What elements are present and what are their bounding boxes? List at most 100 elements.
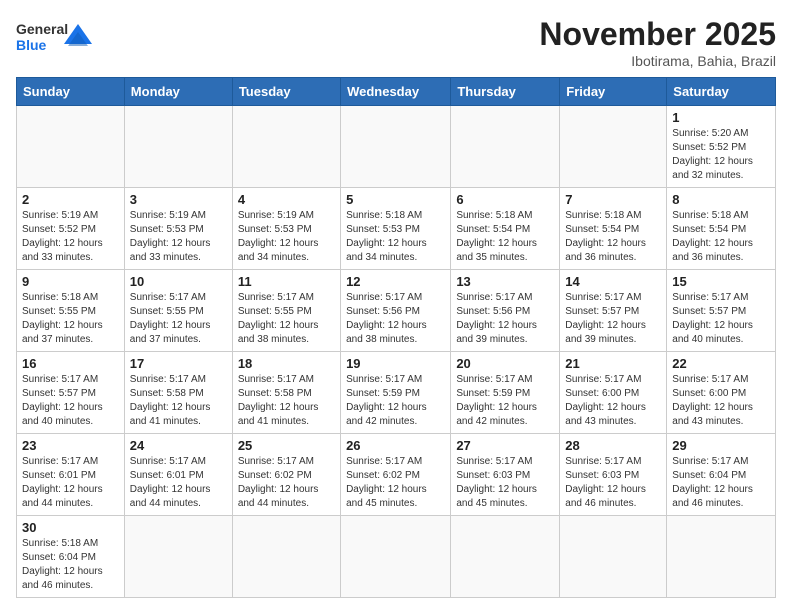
day-info: Sunrise: 5:17 AM Sunset: 6:03 PM Dayligh… [456, 455, 554, 511]
calendar-week-row: 9Sunrise: 5:18 AM Sunset: 5:55 PM Daylig… [17, 270, 776, 352]
day-number: 14 [565, 274, 661, 289]
day-info: Sunrise: 5:20 AM Sunset: 5:52 PM Dayligh… [672, 127, 770, 183]
calendar-cell: 15 Sunrise: 5:17 AM Sunset: 5:57 PM Dayli… [667, 270, 776, 352]
calendar-cell: 2 Sunrise: 5:19 AM Sunset: 5:52 PM Daylig… [17, 188, 125, 270]
calendar-cell [17, 106, 125, 188]
calendar-week-row: 1Sunrise: 5:20 AM Sunset: 5:52 PM Daylig… [17, 106, 776, 188]
day-number: 24 [130, 438, 227, 453]
calendar-cell: 23Sunrise: 5:17 AM Sunset: 6:01 PM Dayli… [17, 434, 125, 516]
weekday-header-tuesday: Tuesday [232, 78, 340, 106]
calendar-cell: 12 Sunrise: 5:17 AM Sunset: 5:56 PM Dayli… [341, 270, 451, 352]
month-title: November 2025 [539, 16, 776, 53]
weekday-header-monday: Monday [124, 78, 232, 106]
weekday-header-saturday: Saturday [667, 78, 776, 106]
calendar-week-row: 30Sunrise: 5:18 AM Sunset: 6:04 PM Dayli… [17, 516, 776, 598]
day-info: Sunrise: 5:17 AM Sunset: 5:55 PM Dayligh… [130, 291, 227, 347]
day-info: Sunrise: 5:17 AM Sunset: 5:56 PM Dayligh… [346, 291, 445, 347]
calendar-cell [341, 516, 451, 598]
day-number: 10 [130, 274, 227, 289]
calendar-cell [560, 516, 667, 598]
calendar-cell: 20 Sunrise: 5:17 AM Sunset: 5:59 PM Dayli… [451, 352, 560, 434]
calendar-cell: 28 Sunrise: 5:17 AM Sunset: 6:03 PM Dayli… [560, 434, 667, 516]
calendar-cell: 27 Sunrise: 5:17 AM Sunset: 6:03 PM Dayli… [451, 434, 560, 516]
day-info: Sunrise: 5:17 AM Sunset: 5:59 PM Dayligh… [456, 373, 554, 429]
calendar-cell: 7Sunrise: 5:18 AM Sunset: 5:54 PM Daylig… [560, 188, 667, 270]
calendar-cell: 18Sunrise: 5:17 AM Sunset: 5:58 PM Dayli… [232, 352, 340, 434]
day-info: Sunrise: 5:17 AM Sunset: 5:57 PM Dayligh… [672, 291, 770, 347]
calendar-cell: 26 Sunrise: 5:17 AM Sunset: 6:02 PM Dayli… [341, 434, 451, 516]
calendar-cell [667, 516, 776, 598]
day-number: 2 [22, 192, 119, 207]
day-info: Sunrise: 5:17 AM Sunset: 5:58 PM Dayligh… [238, 373, 335, 429]
day-number: 13 [456, 274, 554, 289]
calendar-cell: 25 Sunrise: 5:17 AM Sunset: 6:02 PM Dayli… [232, 434, 340, 516]
weekday-header-wednesday: Wednesday [341, 78, 451, 106]
day-number: 9 [22, 274, 119, 289]
day-info: Sunrise: 5:18 AM Sunset: 5:53 PM Dayligh… [346, 209, 445, 265]
calendar-cell: 4 Sunrise: 5:19 AM Sunset: 5:53 PM Daylig… [232, 188, 340, 270]
day-info: Sunrise: 5:17 AM Sunset: 6:04 PM Dayligh… [672, 455, 770, 511]
day-number: 27 [456, 438, 554, 453]
day-info: Sunrise: 5:17 AM Sunset: 6:01 PM Dayligh… [130, 455, 227, 511]
day-info: Sunrise: 5:17 AM Sunset: 6:02 PM Dayligh… [346, 455, 445, 511]
calendar-week-row: 16 Sunrise: 5:17 AM Sunset: 5:57 PM Dayli… [17, 352, 776, 434]
day-info: Sunrise: 5:17 AM Sunset: 5:59 PM Dayligh… [346, 373, 445, 429]
calendar-cell: 10 Sunrise: 5:17 AM Sunset: 5:55 PM Dayli… [124, 270, 232, 352]
day-number: 19 [346, 356, 445, 371]
day-number: 5 [346, 192, 445, 207]
day-info: Sunrise: 5:18 AM Sunset: 5:54 PM Dayligh… [456, 209, 554, 265]
day-number: 25 [238, 438, 335, 453]
day-number: 11 [238, 274, 335, 289]
weekday-header-sunday: Sunday [17, 78, 125, 106]
day-number: 21 [565, 356, 661, 371]
day-number: 3 [130, 192, 227, 207]
day-number: 12 [346, 274, 445, 289]
calendar-cell [232, 516, 340, 598]
day-number: 29 [672, 438, 770, 453]
weekday-header-thursday: Thursday [451, 78, 560, 106]
logo-svg: General Blue [16, 16, 96, 60]
day-info: Sunrise: 5:17 AM Sunset: 6:02 PM Dayligh… [238, 455, 335, 511]
calendar-cell [560, 106, 667, 188]
day-number: 22 [672, 356, 770, 371]
calendar-cell: 29 Sunrise: 5:17 AM Sunset: 6:04 PM Dayli… [667, 434, 776, 516]
day-info: Sunrise: 5:18 AM Sunset: 6:04 PM Dayligh… [22, 537, 119, 593]
calendar-cell: 24 Sunrise: 5:17 AM Sunset: 6:01 PM Dayli… [124, 434, 232, 516]
day-number: 20 [456, 356, 554, 371]
svg-text:General: General [16, 21, 68, 37]
calendar-cell [451, 106, 560, 188]
day-number: 16 [22, 356, 119, 371]
calendar-cell: 16 Sunrise: 5:17 AM Sunset: 5:57 PM Dayli… [17, 352, 125, 434]
day-info: Sunrise: 5:17 AM Sunset: 6:00 PM Dayligh… [672, 373, 770, 429]
logo: General Blue [16, 16, 96, 60]
page-header: General Blue November 2025 Ibotirama, Ba… [16, 16, 776, 69]
calendar-cell [341, 106, 451, 188]
day-number: 28 [565, 438, 661, 453]
location-subtitle: Ibotirama, Bahia, Brazil [539, 53, 776, 69]
calendar-week-row: 2 Sunrise: 5:19 AM Sunset: 5:52 PM Daylig… [17, 188, 776, 270]
calendar-cell: 5 Sunrise: 5:18 AM Sunset: 5:53 PM Daylig… [341, 188, 451, 270]
day-number: 6 [456, 192, 554, 207]
calendar-cell: 3Sunrise: 5:19 AM Sunset: 5:53 PM Daylig… [124, 188, 232, 270]
day-number: 4 [238, 192, 335, 207]
calendar-cell: 19 Sunrise: 5:17 AM Sunset: 5:59 PM Dayli… [341, 352, 451, 434]
day-number: 15 [672, 274, 770, 289]
day-info: Sunrise: 5:17 AM Sunset: 5:58 PM Dayligh… [130, 373, 227, 429]
day-number: 7 [565, 192, 661, 207]
day-info: Sunrise: 5:17 AM Sunset: 6:00 PM Dayligh… [565, 373, 661, 429]
day-number: 17 [130, 356, 227, 371]
calendar-cell: 1Sunrise: 5:20 AM Sunset: 5:52 PM Daylig… [667, 106, 776, 188]
day-info: Sunrise: 5:17 AM Sunset: 5:57 PM Dayligh… [22, 373, 119, 429]
day-info: Sunrise: 5:19 AM Sunset: 5:52 PM Dayligh… [22, 209, 119, 265]
day-info: Sunrise: 5:17 AM Sunset: 5:55 PM Dayligh… [238, 291, 335, 347]
weekday-header-row: SundayMondayTuesdayWednesdayThursdayFrid… [17, 78, 776, 106]
day-info: Sunrise: 5:18 AM Sunset: 5:54 PM Dayligh… [672, 209, 770, 265]
day-info: Sunrise: 5:19 AM Sunset: 5:53 PM Dayligh… [238, 209, 335, 265]
calendar-table: SundayMondayTuesdayWednesdayThursdayFrid… [16, 77, 776, 598]
day-info: Sunrise: 5:17 AM Sunset: 6:03 PM Dayligh… [565, 455, 661, 511]
calendar-cell: 30Sunrise: 5:18 AM Sunset: 6:04 PM Dayli… [17, 516, 125, 598]
day-number: 26 [346, 438, 445, 453]
day-info: Sunrise: 5:17 AM Sunset: 5:57 PM Dayligh… [565, 291, 661, 347]
calendar-cell: 22 Sunrise: 5:17 AM Sunset: 6:00 PM Dayli… [667, 352, 776, 434]
day-info: Sunrise: 5:17 AM Sunset: 5:56 PM Dayligh… [456, 291, 554, 347]
